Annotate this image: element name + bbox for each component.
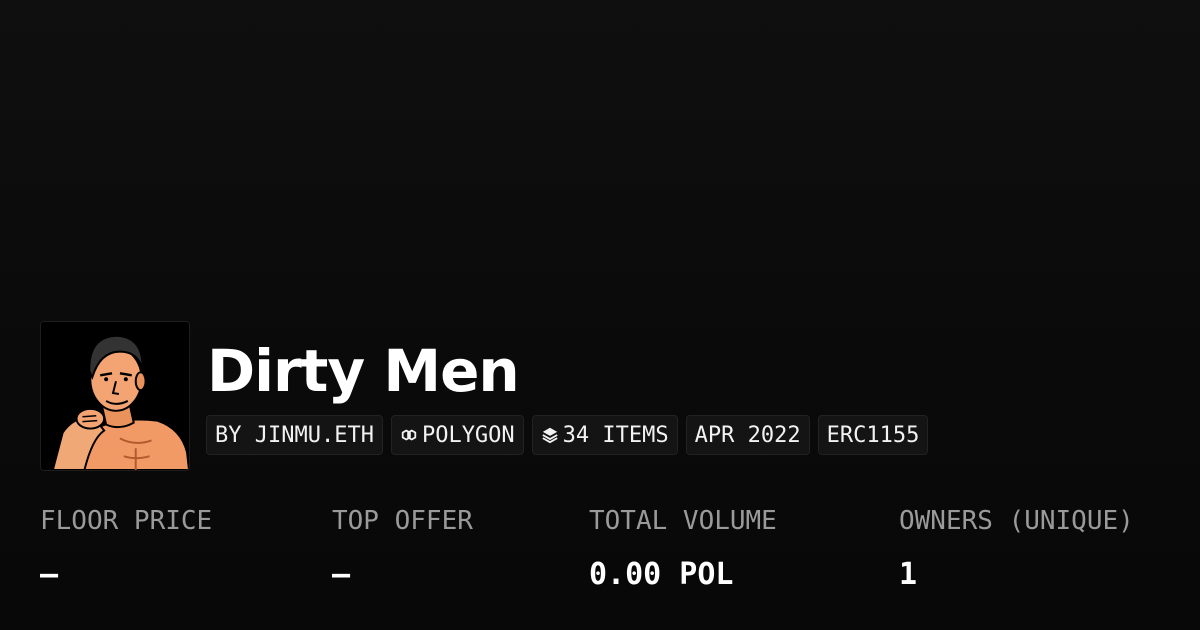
creator-chip[interactable]: BY JINMU.ETH [206, 415, 383, 455]
floor-price-label: FLOOR PRICE [40, 506, 213, 536]
owners-stat: OWNERS (UNIQUE) 1 [899, 503, 1134, 595]
collection-card: Dirty Men BY JINMU.ETH POLYGON 34 ITEMS [0, 0, 1200, 630]
floor-price-value: – [40, 557, 59, 592]
top-offer-label: TOP OFFER [332, 506, 473, 536]
total-volume-label: TOTAL VOLUME [589, 506, 777, 536]
chain-label: POLYGON [421, 422, 515, 448]
floor-price-stat: FLOOR PRICE – [40, 503, 212, 595]
collection-avatar[interactable] [40, 321, 190, 471]
standard-chip: ERC1155 [817, 415, 929, 455]
top-offer-value: – [332, 557, 351, 592]
polygon-chain-icon [400, 426, 418, 444]
items-count-label: 34 ITEMS [562, 422, 669, 448]
creator-label: BY JINMU.ETH [215, 422, 374, 448]
cartoon-man-avatar-icon [41, 322, 189, 470]
token-standard-label: ERC1155 [826, 422, 920, 448]
total-volume-stat: TOTAL VOLUME 0.00 POL [589, 503, 777, 595]
owners-label: OWNERS (UNIQUE) [899, 506, 1134, 536]
chain-chip[interactable]: POLYGON [390, 415, 524, 455]
items-chip[interactable]: 34 ITEMS [531, 415, 678, 455]
collection-meta-chips: BY JINMU.ETH POLYGON 34 ITEMS APR 2022 E… [206, 415, 929, 455]
date-chip: APR 2022 [685, 415, 810, 455]
owners-value: 1 [899, 557, 918, 592]
created-date-label: APR 2022 [694, 422, 801, 448]
layers-icon [541, 426, 559, 444]
collection-title: Dirty Men [207, 337, 520, 405]
total-volume-value: 0.00 POL [589, 557, 734, 592]
top-offer-stat: TOP OFFER – [332, 503, 473, 595]
